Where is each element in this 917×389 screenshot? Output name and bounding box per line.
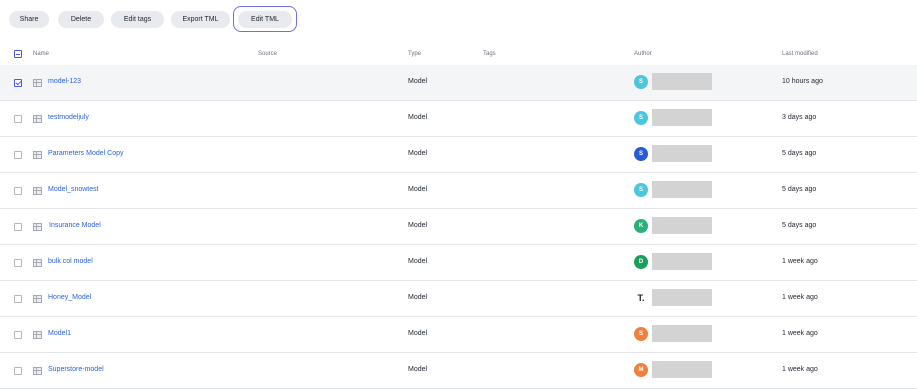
column-header-name[interactable]: Name <box>33 51 49 57</box>
row-last-modified: 5 days ago <box>782 186 817 193</box>
table-row[interactable]: Honey_Model Model T. 1 week ago <box>0 281 917 317</box>
row-type: Model <box>408 366 428 373</box>
author-avatar: S <box>634 327 648 341</box>
row-name-link[interactable]: Insurance Model <box>49 222 101 229</box>
author-name-redacted <box>652 325 712 342</box>
row-last-modified: 1 week ago <box>782 258 818 265</box>
row-type: Model <box>408 78 428 85</box>
table-row[interactable]: Model1 Model S 1 week ago <box>0 317 917 353</box>
row-last-modified: 1 week ago <box>782 330 818 337</box>
table-icon <box>33 79 42 87</box>
row-name-link[interactable]: testmodeljuly <box>48 114 89 121</box>
row-last-modified: 5 days ago <box>782 150 817 157</box>
row-name-link[interactable]: Superstore-model <box>48 366 104 373</box>
author-avatar: S <box>634 111 648 125</box>
table-icon <box>33 187 42 195</box>
row-name-link[interactable]: Model_snowtest <box>48 186 99 193</box>
row-last-modified: 1 week ago <box>782 366 818 373</box>
row-name-link[interactable]: Model1 <box>48 330 71 337</box>
row-type: Model <box>408 294 428 301</box>
table-icon <box>33 115 42 123</box>
author-name-redacted <box>652 253 712 270</box>
column-header-type[interactable]: Type <box>408 51 421 57</box>
column-header-tags[interactable]: Tags <box>483 51 496 57</box>
author-name-redacted <box>652 109 712 126</box>
author-name-redacted <box>652 361 712 378</box>
row-last-modified: 5 days ago <box>782 222 817 229</box>
author-avatar: D <box>634 255 648 269</box>
table-icon <box>33 259 42 267</box>
row-type: Model <box>408 186 428 193</box>
table-header: Name Source Type Tags Author Last modifi… <box>0 45 917 66</box>
row-checkbox[interactable] <box>14 295 22 303</box>
author-avatar: S <box>634 147 648 161</box>
share-button[interactable]: Share <box>9 11 49 28</box>
delete-button[interactable]: Delete <box>58 11 104 28</box>
row-type: Model <box>408 330 428 337</box>
table-row[interactable]: bulk col model Model D 1 week ago <box>0 245 917 281</box>
select-all-checkbox[interactable] <box>14 50 22 58</box>
row-type: Model <box>408 258 428 265</box>
row-last-modified: 3 days ago <box>782 114 817 121</box>
author-name-redacted <box>652 217 712 234</box>
edit-tags-button[interactable]: Edit tags <box>111 11 164 28</box>
row-checkbox[interactable] <box>14 187 22 195</box>
row-name-link[interactable]: bulk col model <box>48 258 93 265</box>
table-row[interactable]: Insurance Model Model K 5 days ago <box>0 209 917 245</box>
author-avatar: M <box>634 363 648 377</box>
author-name-redacted <box>652 181 712 198</box>
table-icon <box>33 223 42 231</box>
row-last-modified: 1 week ago <box>782 294 818 301</box>
table-row[interactable]: Superstore-model Model M 1 week ago <box>0 353 917 389</box>
row-name-link[interactable]: Parameters Model Copy <box>48 150 123 157</box>
row-checkbox[interactable] <box>14 151 22 159</box>
edit-tml-button[interactable]: Edit TML <box>238 11 292 28</box>
table-icon <box>33 367 42 375</box>
table-row[interactable]: Parameters Model Copy Model S 5 days ago <box>0 137 917 173</box>
column-header-source[interactable]: Source <box>258 51 277 57</box>
row-checkbox[interactable] <box>14 223 22 231</box>
author-name-redacted <box>652 73 712 90</box>
row-name-link[interactable]: model-123 <box>48 78 81 85</box>
author-name-redacted <box>652 145 712 162</box>
action-toolbar: Share Delete Edit tags Export TML Edit T… <box>0 0 917 40</box>
row-type: Model <box>408 222 428 229</box>
author-avatar: S <box>634 75 648 89</box>
column-header-last-modified[interactable]: Last modified <box>782 51 818 57</box>
export-tml-button[interactable]: Export TML <box>171 11 230 28</box>
row-type: Model <box>408 150 428 157</box>
table-row[interactable]: Model_snowtest Model S 5 days ago <box>0 173 917 209</box>
row-checkbox[interactable] <box>14 331 22 339</box>
column-header-author[interactable]: Author <box>634 51 652 57</box>
author-avatar: K <box>634 219 648 233</box>
row-checkbox[interactable] <box>14 115 22 123</box>
row-type: Model <box>408 114 428 121</box>
table-icon <box>33 151 42 159</box>
table-row[interactable]: testmodeljuly Model S 3 days ago <box>0 101 917 137</box>
table-icon <box>33 295 42 303</box>
author-logo-icon: T. <box>637 293 645 303</box>
table-icon <box>33 331 42 339</box>
row-name-link[interactable]: Honey_Model <box>48 294 91 301</box>
author-name-redacted <box>652 289 712 306</box>
table-row[interactable]: model-123 Model S 10 hours ago <box>0 65 917 101</box>
row-checkbox[interactable] <box>14 79 22 87</box>
row-checkbox[interactable] <box>14 367 22 375</box>
author-avatar: S <box>634 183 648 197</box>
row-checkbox[interactable] <box>14 259 22 267</box>
row-last-modified: 10 hours ago <box>782 78 823 85</box>
